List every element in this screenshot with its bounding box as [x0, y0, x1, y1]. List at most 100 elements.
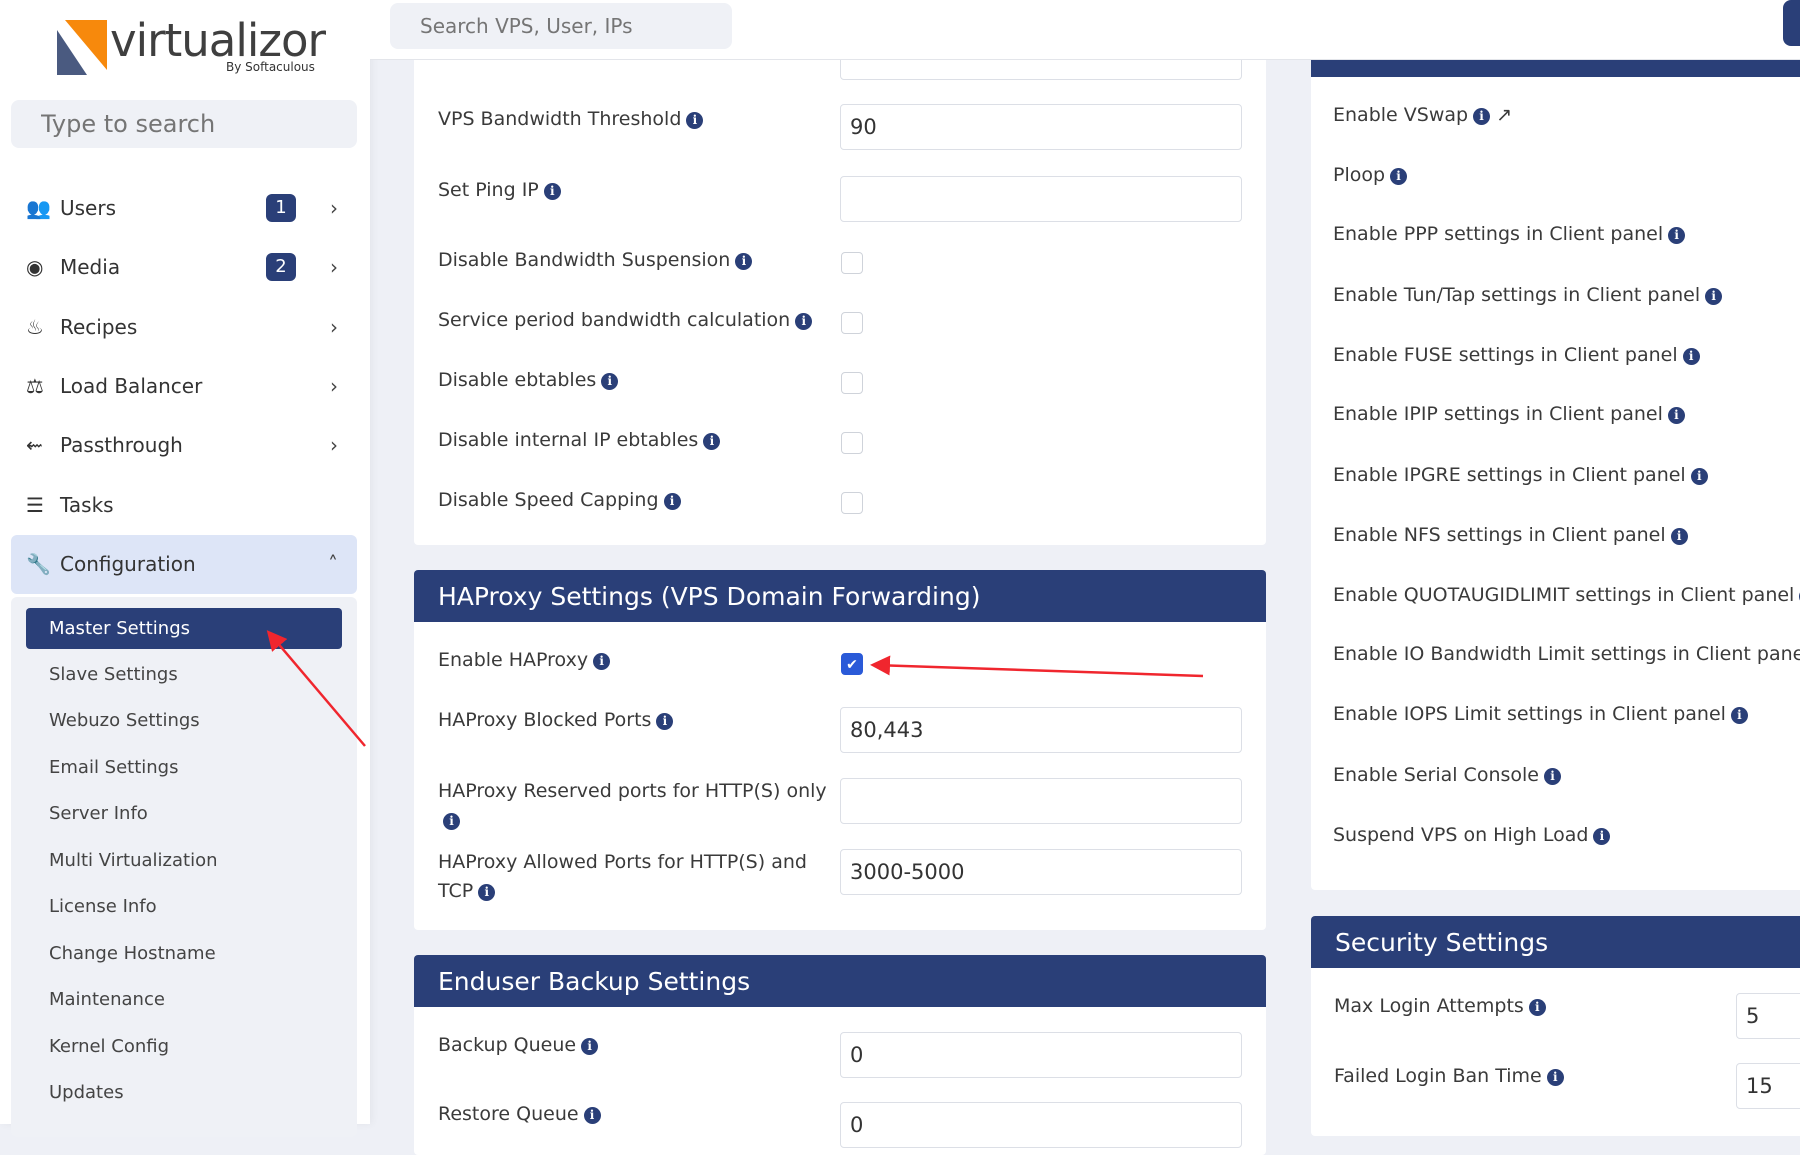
- sidebar-item-load-balancer[interactable]: ⚖ Load Balancer ›: [26, 366, 346, 406]
- info-icon: i: [593, 653, 611, 670]
- right-setting-label: Enable VSwap i ↗: [1333, 104, 1513, 126]
- external-link-icon[interactable]: ↗: [1490, 104, 1512, 126]
- chevron-right-icon: ›: [330, 433, 338, 457]
- right-setting-label: Enable NFS settings in Client panel i: [1333, 521, 1688, 550]
- haproxy-reserved-ports-label: HAProxy Reserved ports for HTTP(S) only …: [438, 780, 827, 830]
- info-icon: i: [1667, 407, 1685, 424]
- submenu-maintenance[interactable]: Maintenance: [49, 989, 165, 1010]
- info-icon: i: [1528, 999, 1546, 1016]
- usb-icon: ⇜: [26, 433, 43, 457]
- sidebar-item-users[interactable]: 👥 Users 1 ›: [26, 188, 346, 228]
- disable-speed-capping-checkbox[interactable]: [841, 492, 863, 514]
- vps-bandwidth-threshold-input[interactable]: [840, 104, 1242, 150]
- failed-login-ban-time-label: Failed Login Ban Time i: [1334, 1062, 1564, 1091]
- haproxy-blocked-ports-input[interactable]: [840, 707, 1242, 753]
- right-setting-label: Enable FUSE settings in Client panel i: [1333, 341, 1700, 370]
- info-icon: i: [735, 253, 753, 270]
- tasks-icon: ☰: [26, 493, 44, 517]
- submenu-multi-virtualization[interactable]: Multi Virtualization: [49, 850, 218, 871]
- right-setting-label: Enable PPP settings in Client panel i: [1333, 220, 1686, 249]
- right-setting-label: Ploop i: [1333, 161, 1408, 190]
- info-icon: i: [601, 373, 619, 390]
- menu-label: Users: [60, 196, 117, 220]
- set-ping-ip-label: Set Ping IP i: [438, 176, 561, 205]
- info-icon: i: [583, 1107, 601, 1124]
- logo-subtitle: By Softaculous: [226, 60, 315, 74]
- security-settings-card: Security Settings: [1311, 916, 1800, 1136]
- haproxy-allowed-ports-label: HAProxy Allowed Ports for HTTP(S) and TC…: [438, 851, 807, 902]
- disable-ebtables-checkbox[interactable]: [841, 372, 863, 394]
- sidebar-item-media[interactable]: ◉ Media 2 ›: [26, 247, 346, 287]
- info-icon: i: [478, 884, 496, 901]
- check-label: Disable Bandwidth Suspension i: [438, 246, 753, 275]
- haproxy-header: HAProxy Settings (VPS Domain Forwarding): [414, 570, 1266, 622]
- submenu-license-info[interactable]: License Info: [49, 896, 157, 917]
- backup-queue-input[interactable]: [840, 1032, 1242, 1078]
- info-icon: i: [1546, 1069, 1564, 1086]
- configuration-row[interactable]: 🔧 Configuration ˄: [26, 544, 346, 584]
- submenu-slave-settings[interactable]: Slave Settings: [49, 664, 178, 685]
- info-icon: i: [543, 183, 561, 200]
- submenu-webuzo-settings[interactable]: Webuzo Settings: [49, 710, 200, 731]
- enable-haproxy-label: Enable HAProxy i: [438, 646, 611, 675]
- sidebar-item-recipes[interactable]: ♨ Recipes ›: [26, 307, 346, 347]
- top-search-input[interactable]: [390, 3, 732, 49]
- info-icon: i: [1705, 288, 1723, 305]
- disable-internal-ip-ebtables-checkbox[interactable]: [841, 432, 863, 454]
- check-label: Disable internal IP ebtables i: [438, 426, 721, 455]
- right-setting-label: Suspend VPS on High Load i: [1333, 821, 1611, 850]
- backup-queue-label: Backup Queue i: [438, 1031, 599, 1060]
- sidebar-item-configuration[interactable]: 🔧 Configuration ˄: [11, 535, 357, 594]
- balance-icon: ⚖: [26, 374, 44, 398]
- disc-icon: ◉: [26, 255, 44, 279]
- restore-queue-label: Restore Queue i: [438, 1100, 601, 1129]
- logo-icon: [57, 20, 107, 75]
- service-period-bandwidth-checkbox[interactable]: [841, 312, 863, 334]
- info-icon: i: [703, 433, 721, 450]
- enable-haproxy-checkbox[interactable]: ✔: [841, 653, 863, 675]
- chevron-right-icon: ›: [330, 374, 338, 398]
- menu-label: Configuration: [60, 552, 196, 576]
- wrench-icon: 🔧: [26, 552, 51, 576]
- max-login-attempts-label: Max Login Attempts i: [1334, 992, 1546, 1021]
- max-login-attempts-input[interactable]: [1736, 993, 1800, 1039]
- info-icon: i: [1670, 528, 1688, 545]
- haproxy-allowed-ports-input[interactable]: [840, 849, 1242, 895]
- chevron-right-icon: ›: [330, 196, 338, 220]
- info-icon: i: [663, 493, 681, 510]
- info-icon: i: [581, 1038, 599, 1055]
- restore-queue-input[interactable]: [840, 1102, 1242, 1148]
- security-settings-header: Security Settings: [1311, 916, 1800, 968]
- submenu-email-settings[interactable]: Email Settings: [49, 757, 179, 778]
- right-setting-label: Enable IO Bandwidth Limit settings in Cl…: [1333, 643, 1800, 665]
- info-icon: i: [1730, 707, 1748, 724]
- chevron-right-icon: ›: [330, 315, 338, 339]
- info-icon: i: [1544, 768, 1561, 785]
- menu-label: Recipes: [60, 315, 138, 339]
- menu-label: Load Balancer: [60, 374, 203, 398]
- submenu-kernel-config[interactable]: Kernel Config: [49, 1036, 169, 1057]
- sidebar-item-tasks[interactable]: ☰ Tasks: [26, 485, 346, 525]
- info-icon: i: [1682, 348, 1700, 365]
- info-icon: i: [1593, 828, 1611, 845]
- right-setting-label: Enable QUOTAUGIDLIMIT settings in Client…: [1333, 581, 1800, 610]
- submenu-updates[interactable]: Updates: [49, 1082, 124, 1103]
- right-setting-label: Enable IOPS Limit settings in Client pan…: [1333, 700, 1748, 729]
- right-setting-label: Enable Serial Console i: [1333, 761, 1561, 790]
- info-icon: i: [1668, 227, 1686, 244]
- failed-login-ban-time-input[interactable]: [1736, 1063, 1800, 1109]
- sidebar-search-input[interactable]: [11, 100, 357, 148]
- submenu-master-settings[interactable]: Master Settings: [26, 608, 342, 649]
- submenu-server-info[interactable]: Server Info: [49, 803, 148, 824]
- submenu-change-hostname[interactable]: Change Hostname: [49, 943, 216, 964]
- sidebar: virtualizor By Softaculous 👥Users1› ◉Med…: [0, 0, 370, 1137]
- set-ping-ip-input[interactable]: [840, 176, 1242, 222]
- top-right-button[interactable]: [1783, 0, 1800, 46]
- menu-label: Passthrough: [60, 433, 183, 457]
- info-icon: i: [795, 313, 813, 330]
- right-setting-label: Enable IPGRE settings in Client panel i: [1333, 461, 1708, 490]
- media-badge: 2: [266, 253, 296, 281]
- sidebar-item-passthrough[interactable]: ⇜ Passthrough ›: [26, 425, 346, 465]
- haproxy-reserved-ports-input[interactable]: [840, 778, 1242, 824]
- disable-bandwidth-suspension-checkbox[interactable]: [841, 252, 863, 274]
